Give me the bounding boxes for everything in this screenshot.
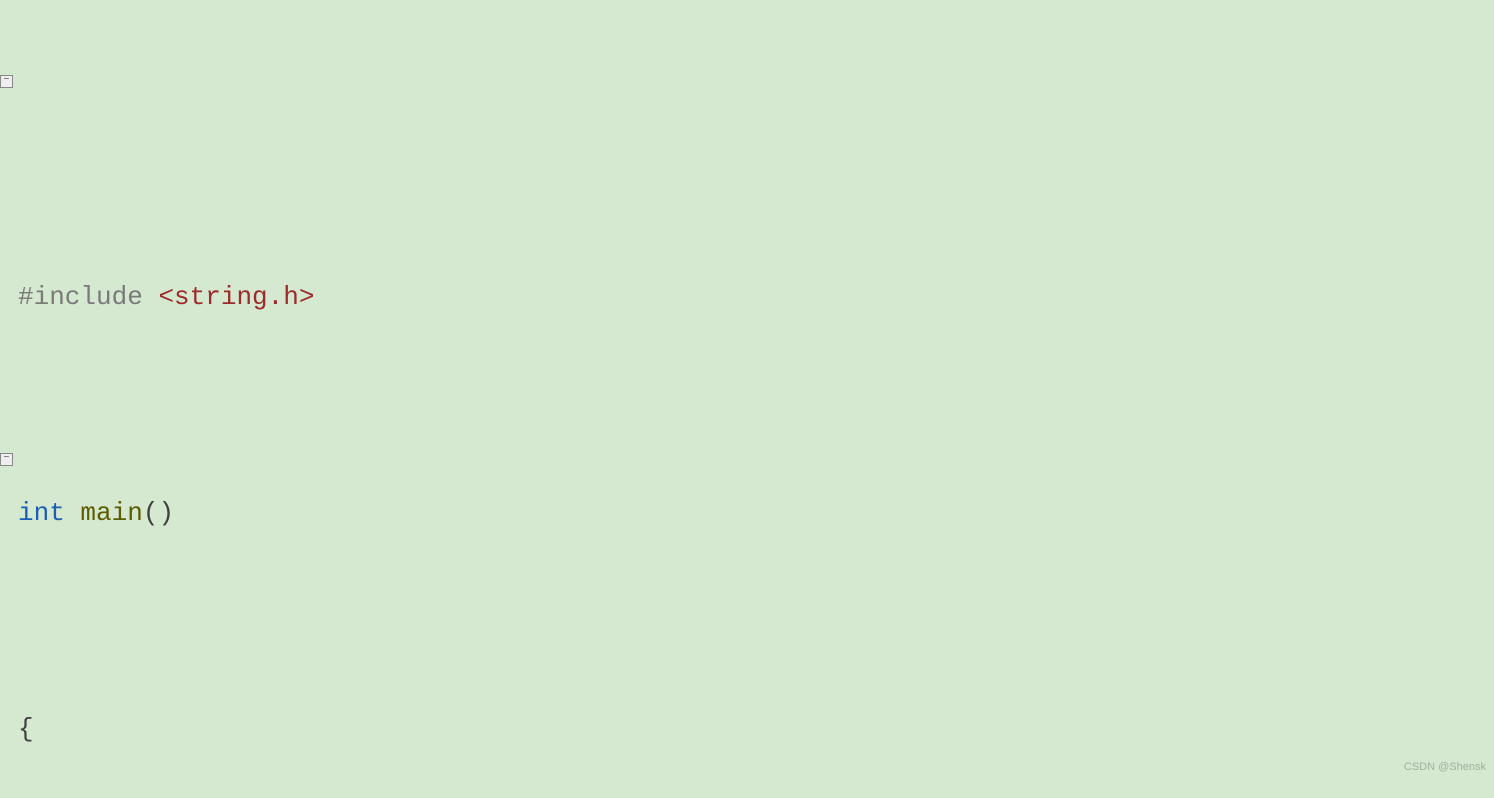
token-punct: () bbox=[143, 498, 174, 528]
code-line[interactable]: { bbox=[0, 702, 1494, 756]
code-line[interactable]: #include <string.h> bbox=[0, 270, 1494, 324]
code-line[interactable]: int main() bbox=[0, 486, 1494, 540]
token-function: main bbox=[80, 498, 142, 528]
token-brace: { bbox=[18, 714, 34, 744]
gutter: − − bbox=[0, 0, 14, 798]
token-keyword: int bbox=[18, 498, 80, 528]
token-include-path: <string.h> bbox=[158, 282, 314, 312]
watermark-text: CSDN @Shensk bbox=[1404, 740, 1486, 794]
token-directive: #include bbox=[18, 282, 158, 312]
code-editor[interactable]: − − #include <string.h> int main() { cha… bbox=[0, 0, 1494, 798]
fold-minus-icon[interactable]: − bbox=[0, 75, 13, 88]
fold-minus-icon[interactable]: − bbox=[0, 453, 13, 466]
